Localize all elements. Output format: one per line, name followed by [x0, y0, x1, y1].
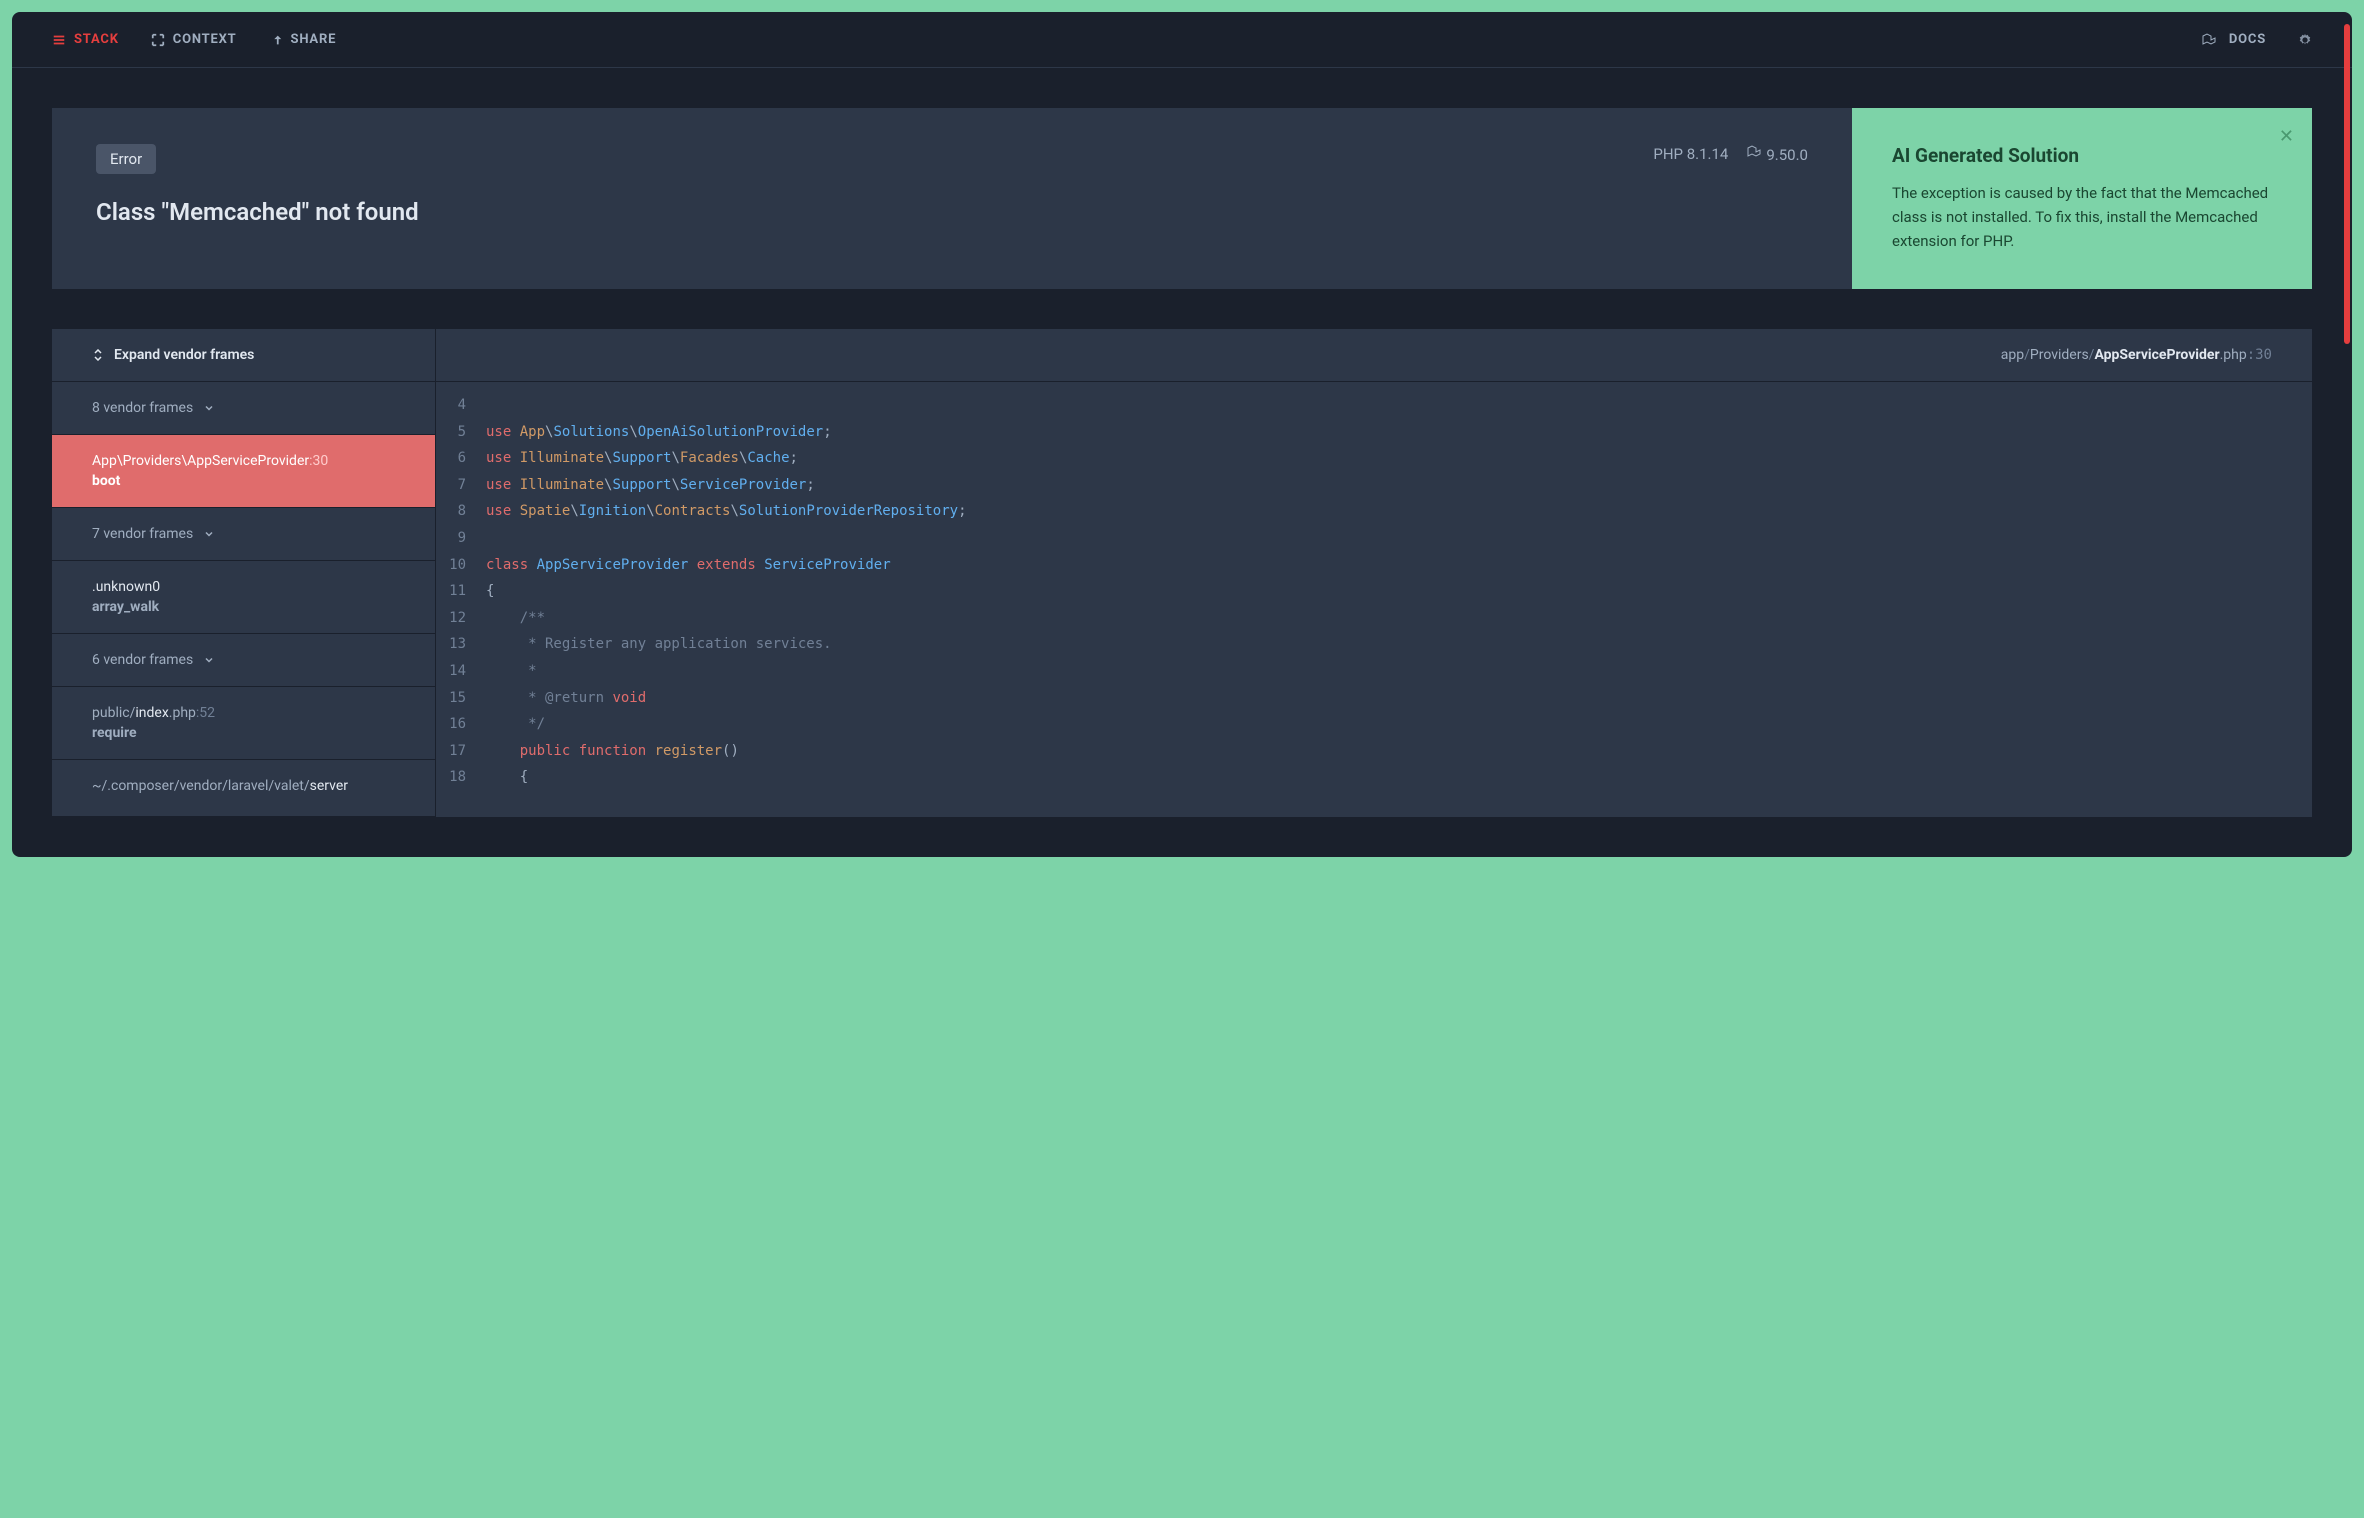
nav-context[interactable]: CONTEXT — [151, 32, 237, 47]
expand-icon — [92, 349, 104, 361]
stack-container: Expand vendor frames 8 vendor frames App… — [52, 329, 2312, 817]
laravel-icon — [2201, 32, 2217, 48]
content-area: PHP 8.1.14 9.50.0 Error Class "Memcached… — [12, 68, 2352, 857]
chevron-down-icon — [203, 528, 215, 540]
nav-right: DOCS — [2201, 32, 2312, 48]
code-line: 15 * @return void — [436, 685, 2312, 712]
code-block: 45use App\Solutions\OpenAiSolutionProvid… — [436, 382, 2312, 801]
code-line: 13 * Register any application services. — [436, 631, 2312, 658]
code-line: 8use Spatie\Ignition\Contracts\SolutionP… — [436, 498, 2312, 525]
code-line: 12 /** — [436, 605, 2312, 632]
stack-frame[interactable]: .unknown0array_walk — [52, 561, 435, 634]
code-line: 14 * — [436, 658, 2312, 685]
nav-context-label: CONTEXT — [173, 32, 237, 47]
code-line: 18 { — [436, 764, 2312, 791]
framework-version-wrap: 9.50.0 — [1746, 144, 1808, 164]
scrollbar[interactable] — [2344, 24, 2350, 344]
file-path: app/Providers/AppServiceProvider.php:30 — [436, 329, 2312, 382]
solution-text: The exception is caused by the fact that… — [1892, 181, 2272, 253]
stack-sidebar: Expand vendor frames 8 vendor frames App… — [52, 329, 436, 817]
expand-icon — [151, 33, 165, 47]
code-line: 4 — [436, 392, 2312, 419]
expand-label: Expand vendor frames — [114, 347, 254, 363]
stack-frame[interactable]: public/index.php:52require — [52, 687, 435, 760]
vendor-frames-group[interactable]: 7 vendor frames — [52, 508, 435, 561]
vendor-frames-group[interactable]: 8 vendor frames — [52, 382, 435, 435]
code-line: 11{ — [436, 578, 2312, 605]
expand-vendor-frames[interactable]: Expand vendor frames — [52, 329, 435, 382]
share-icon — [269, 33, 283, 47]
nav-share-label: SHARE — [291, 32, 337, 47]
nav-share[interactable]: SHARE — [269, 32, 337, 47]
error-window: STACK CONTEXT SHARE DOCS — [12, 12, 2352, 857]
stack-icon — [52, 33, 66, 47]
code-line: 5use App\Solutions\OpenAiSolutionProvide… — [436, 419, 2312, 446]
php-version: PHP 8.1.14 — [1653, 145, 1728, 163]
code-panel: app/Providers/AppServiceProvider.php:30 … — [436, 329, 2312, 817]
code-line: 10class AppServiceProvider extends Servi… — [436, 552, 2312, 579]
error-badge: Error — [96, 144, 156, 174]
error-title: Class "Memcached" not found — [96, 198, 1808, 226]
version-row: PHP 8.1.14 9.50.0 — [1653, 144, 1808, 164]
close-icon[interactable]: ✕ — [2279, 126, 2294, 147]
nav-stack-label: STACK — [74, 32, 119, 47]
laravel-icon — [1746, 144, 1762, 160]
code-line: 16 */ — [436, 711, 2312, 738]
solution-panel: ✕ AI Generated Solution The exception is… — [1852, 108, 2312, 289]
vendor-frames-group[interactable]: 6 vendor frames — [52, 634, 435, 687]
error-info: PHP 8.1.14 9.50.0 Error Class "Memcached… — [52, 108, 1852, 289]
framework-version: 9.50.0 — [1766, 146, 1808, 164]
stack-frame[interactable]: App\Providers\AppServiceProvider:30boot — [52, 435, 435, 508]
nav-stack[interactable]: STACK — [52, 32, 119, 47]
nav-left: STACK CONTEXT SHARE — [52, 32, 336, 47]
solution-title: AI Generated Solution — [1892, 144, 2272, 167]
nav-docs[interactable]: DOCS — [2201, 32, 2266, 48]
frames-list: 8 vendor frames App\Providers\AppService… — [52, 382, 435, 817]
gear-icon[interactable] — [2298, 33, 2312, 47]
chevron-down-icon — [203, 654, 215, 666]
code-line: 17 public function register() — [436, 738, 2312, 765]
error-header: PHP 8.1.14 9.50.0 Error Class "Memcached… — [52, 108, 2312, 289]
nav-bar: STACK CONTEXT SHARE DOCS — [12, 12, 2352, 68]
code-line: 7use Illuminate\Support\ServiceProvider; — [436, 472, 2312, 499]
code-line: 6use Illuminate\Support\Facades\Cache; — [436, 445, 2312, 472]
stack-frame[interactable]: ~/.composer/vendor/laravel/valet/server — [52, 760, 435, 817]
chevron-down-icon — [203, 402, 215, 414]
code-line: 9 — [436, 525, 2312, 552]
nav-docs-label: DOCS — [2229, 32, 2266, 47]
